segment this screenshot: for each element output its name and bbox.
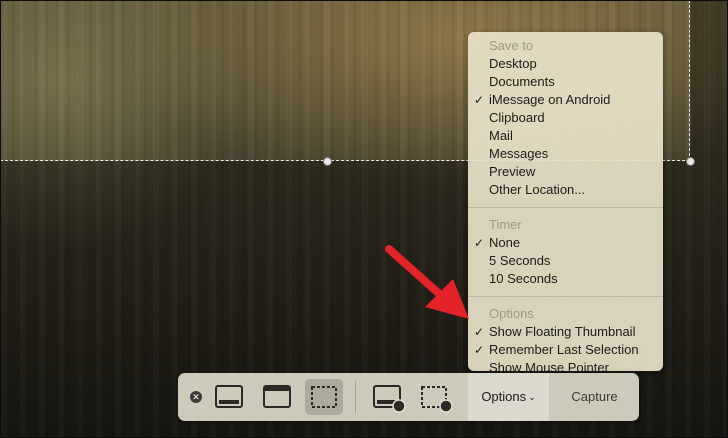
toolbar-divider [355, 381, 356, 413]
options-menu: Save to Desktop Documents ✓ iMessage on A… [468, 32, 663, 375]
menu-item-clipboard[interactable]: Clipboard [468, 109, 663, 127]
selection-handle-bottom-middle[interactable] [323, 157, 332, 166]
menu-item-preview[interactable]: Preview [468, 163, 663, 181]
options-label: Options [481, 389, 527, 404]
timer-section: Timer ✓ None 5 Seconds 10 Seconds [468, 216, 663, 288]
checkmark-icon: ✓ [474, 325, 485, 339]
menu-item-documents[interactable]: Documents [468, 73, 663, 91]
menu-separator [468, 296, 663, 297]
red-arrow-annotation [385, 245, 469, 319]
section-header-options: Options [489, 306, 534, 321]
menu-item-imessage-on-android[interactable]: ✓ iMessage on Android [468, 91, 663, 109]
chevron-down-icon: ⌄ [528, 392, 536, 402]
menu-item-timer-5-seconds[interactable]: 5 Seconds [468, 252, 663, 270]
screen-dim-overlay-right [690, 1, 727, 161]
menu-item-remember-last-selection[interactable]: ✓ Remember Last Selection [468, 341, 663, 359]
menu-item-show-floating-thumbnail[interactable]: ✓ Show Floating Thumbnail [468, 323, 663, 341]
capture-selected-portion-icon[interactable] [310, 384, 338, 410]
section-header-save-to: Save to [489, 38, 534, 53]
menu-item-desktop[interactable]: Desktop [468, 55, 663, 73]
checkmark-icon: ✓ [474, 343, 485, 357]
menu-item-messages[interactable]: Messages [468, 145, 663, 163]
record-selected-portion-icon[interactable] [419, 383, 453, 413]
close-icon[interactable]: ✕ [190, 391, 202, 403]
screenshot-toolbar: ✕ Options ⌄ Capture [178, 373, 639, 421]
checkmark-icon: ✓ [474, 93, 485, 107]
record-entire-screen-icon[interactable] [372, 383, 406, 413]
capture-selected-window-icon[interactable] [263, 384, 291, 410]
save-to-section: Save to Desktop Documents ✓ iMessage on A… [468, 37, 663, 199]
options-button[interactable]: Options ⌄ [467, 373, 550, 421]
selection-handle-bottom-right[interactable] [686, 157, 695, 166]
capture-entire-screen-icon[interactable] [215, 384, 243, 410]
menu-item-other-location[interactable]: Other Location... [468, 181, 663, 199]
options-section: Options ✓ Show Floating Thumbnail ✓ Rememb… [468, 305, 663, 377]
menu-item-timer-10-seconds[interactable]: 10 Seconds [468, 270, 663, 288]
section-header-timer: Timer [489, 217, 522, 232]
checkmark-icon: ✓ [474, 236, 485, 250]
menu-item-mail[interactable]: Mail [468, 127, 663, 145]
menu-separator [468, 207, 663, 208]
capture-button[interactable]: Capture [550, 373, 639, 421]
menu-item-timer-none[interactable]: ✓ None [468, 234, 663, 252]
